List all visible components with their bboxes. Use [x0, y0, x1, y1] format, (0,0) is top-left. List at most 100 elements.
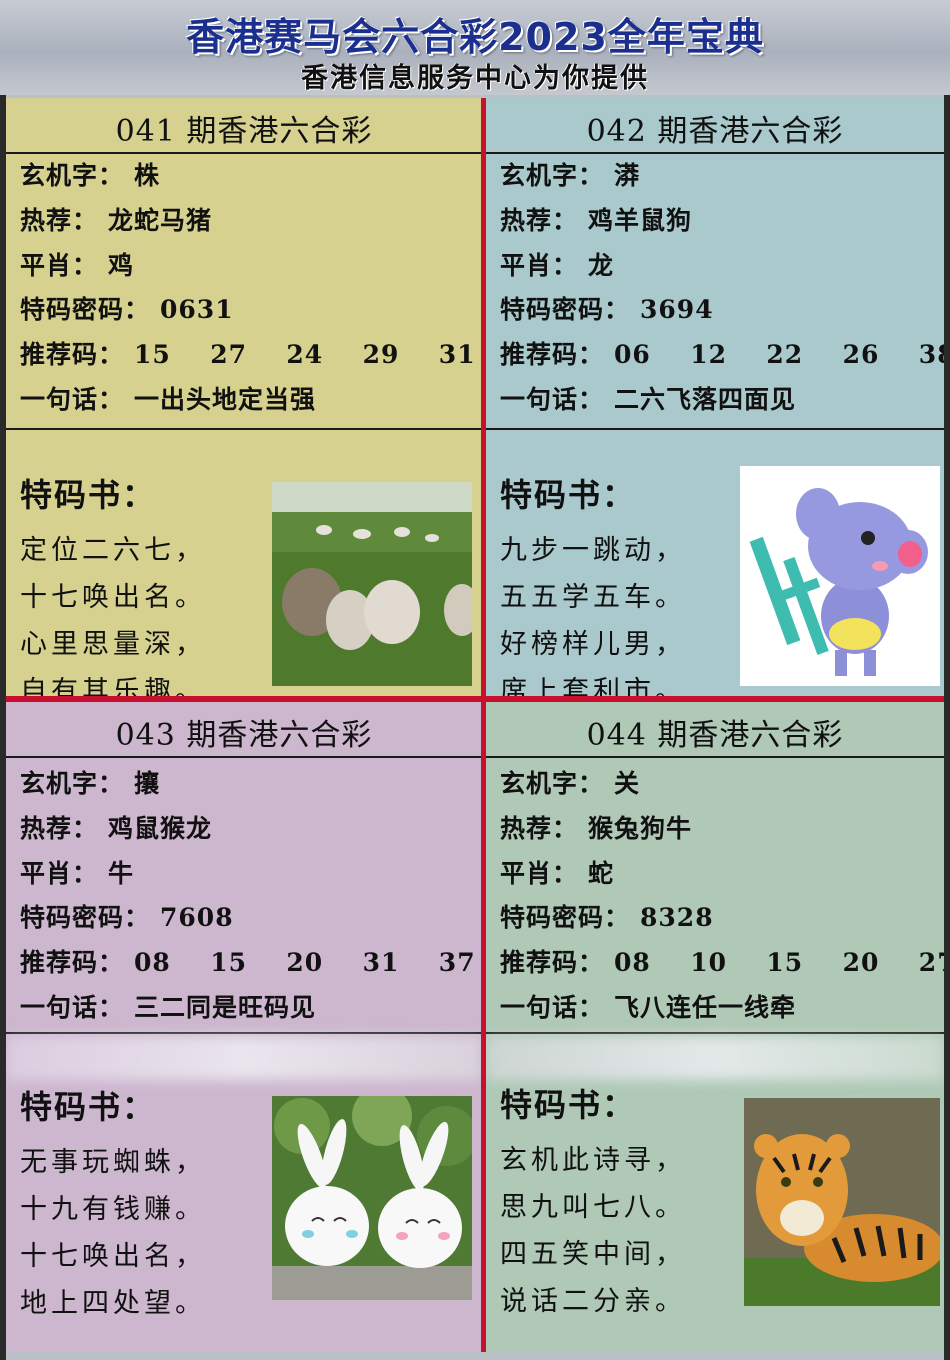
poem-line: 十七唤出名。: [20, 582, 206, 613]
divider: [6, 1032, 482, 1034]
poem-line: 无事玩蜘蛛，: [20, 1147, 206, 1178]
tuijian-row: 推荐码： 08 15 20 31 37 48: [20, 943, 482, 979]
poem-line: 五五学五车。: [500, 582, 686, 613]
issue-panel-043: 043 期香港六合彩 玄机字：攘 热荐： 鸡鼠猴龙 平肖：牛 特码密码： 7608 …: [6, 702, 482, 1352]
yiju-row: 一句话： 一出头地定当强: [20, 380, 316, 416]
xuanji-label: 玄机字：: [20, 161, 125, 190]
panel-title: 041 期香港六合彩: [115, 114, 373, 149]
xuanji-row: 玄机字： 漭: [500, 156, 640, 192]
rejian-label: 热荐：: [20, 206, 99, 235]
book-heading: 特码书：: [20, 1088, 157, 1126]
poem-line: 十九有钱赚。: [20, 1194, 206, 1225]
pingxiao-value: 鸡: [108, 251, 135, 280]
pingxiao-value: 蛇: [588, 859, 615, 888]
horizontal-divider: [0, 696, 950, 702]
mima-label: 特码密码：: [20, 903, 151, 932]
poem-line: 四五笑中间，: [500, 1239, 686, 1270]
tuijian-label: 推荐码：: [500, 340, 605, 369]
rabbit-toys-photo: [272, 1096, 472, 1300]
tuijian-value: 08 15 20 31 37 48: [134, 948, 476, 977]
xuanji-value: 株: [134, 161, 161, 190]
yiju-row: 一句话： 飞八连任一线牵: [500, 988, 796, 1024]
mima-row: 特码密码： 7608: [20, 898, 234, 934]
poem-line: 定位二六七，: [20, 535, 206, 566]
poem-line: 好榜样儿男，: [500, 629, 686, 660]
rejian-label: 热荐：: [20, 814, 99, 843]
left-border: [0, 95, 6, 1360]
poem-line: 心里思量深，: [20, 629, 206, 660]
mima-label: 特码密码：: [500, 903, 631, 932]
poem-line: 九步一跳动，: [500, 535, 686, 566]
pingxiao-label: 平肖：: [20, 251, 99, 280]
vertical-divider: [481, 98, 486, 1352]
mima-row: 特码密码： 0631: [20, 290, 234, 326]
rejian-row: 热荐： 猴兔狗牛: [500, 809, 692, 845]
poem-line: 席上套利市。: [500, 676, 686, 696]
tuijian-value: 08 10 15 20 27 33: [614, 948, 944, 977]
mima-row: 特码密码： 3694: [500, 290, 714, 326]
right-border: [944, 95, 950, 1360]
mima-value: 7608: [160, 903, 234, 932]
blurred-band: [486, 1036, 944, 1080]
xuanji-row: 玄机字： 株: [20, 156, 160, 192]
yiju-value: 飞八连任一线牵: [614, 993, 797, 1022]
poem-line: 玄机此诗寻，: [500, 1145, 686, 1176]
tuijian-label: 推荐码：: [20, 948, 125, 977]
poem-line: 思九叫七八。: [500, 1192, 686, 1223]
yiju-row: 一句话： 三二同是旺码见: [20, 988, 316, 1024]
divider: [486, 428, 944, 430]
tuijian-label: 推荐码：: [20, 340, 125, 369]
rejian-row: 热荐： 鸡鼠猴龙: [20, 809, 212, 845]
pingxiao-label: 平肖：: [500, 859, 579, 888]
yiju-value: 三二同是旺码见: [134, 993, 317, 1022]
rejian-value: 猴兔狗牛: [588, 814, 693, 843]
divider: [6, 428, 482, 430]
sheep-photo: [272, 482, 472, 686]
mima-label: 特码密码：: [20, 295, 151, 324]
pingxiao-label: 平肖：: [20, 859, 99, 888]
yiju-label: 一句话：: [20, 385, 125, 414]
yiju-value: 二六飞落四面见: [614, 385, 797, 414]
rejian-row: 热荐： 龙蛇马猪: [20, 201, 212, 237]
poem-line: 十七唤出名，: [20, 1241, 206, 1272]
mima-value: 8328: [640, 903, 714, 932]
issue-panel-041: 041 期香港六合彩 玄机字：株 热荐： 龙蛇马猪 平肖：鸡 特码密码： 0631 …: [6, 98, 482, 696]
yiju-row: 一句话： 二六飞落四面见: [500, 380, 796, 416]
rejian-value: 鸡羊鼠狗: [588, 206, 693, 235]
pingxiao-row: 平肖： 龙: [500, 246, 614, 282]
pingxiao-value: 龙: [588, 251, 615, 280]
cartoon-mouse-image: [740, 466, 940, 686]
xuanji-value: 关: [614, 769, 641, 798]
divider: [6, 756, 482, 758]
pingxiao-row: 平肖： 蛇: [500, 854, 614, 890]
tuijian-row: 推荐码： 08 10 15 20 27 33: [500, 943, 944, 979]
panel-title: 042 期香港六合彩: [586, 114, 844, 149]
rejian-value: 龙蛇马猪: [108, 206, 213, 235]
pingxiao-value: 牛: [108, 859, 135, 888]
xuanji-label: 玄机字：: [500, 769, 605, 798]
divider: [486, 1032, 944, 1034]
yiju-label: 一句话：: [20, 993, 125, 1022]
xuanji-row: 玄机字： 关: [500, 764, 640, 800]
xuanji-value: 漭: [614, 161, 641, 190]
rejian-label: 热荐：: [500, 206, 579, 235]
tuijian-value: 15 27 24 29 31 42: [134, 340, 476, 369]
book-heading: 特码书：: [20, 476, 157, 514]
xuanji-row: 玄机字： 攘: [20, 764, 160, 800]
pingxiao-label: 平肖：: [500, 251, 579, 280]
xuanji-label: 玄机字：: [500, 161, 605, 190]
page-subtitle: 香港信息服务中心为你提供: [301, 63, 649, 94]
book-heading: 特码书：: [500, 476, 637, 514]
mima-value: 3694: [640, 295, 714, 324]
poem-line: 自有其乐趣。: [20, 676, 206, 696]
rejian-label: 热荐：: [500, 814, 579, 843]
divider: [486, 756, 944, 758]
mima-label: 特码密码：: [500, 295, 631, 324]
divider: [6, 152, 482, 154]
yiju-label: 一句话：: [500, 993, 605, 1022]
page-header: 香港赛马会六合彩2023全年宝典 香港信息服务中心为你提供: [0, 0, 950, 95]
tiger-photo: [744, 1098, 940, 1306]
mima-value: 0631: [160, 295, 234, 324]
page-title: 香港赛马会六合彩2023全年宝典: [186, 15, 764, 59]
divider: [486, 152, 944, 154]
